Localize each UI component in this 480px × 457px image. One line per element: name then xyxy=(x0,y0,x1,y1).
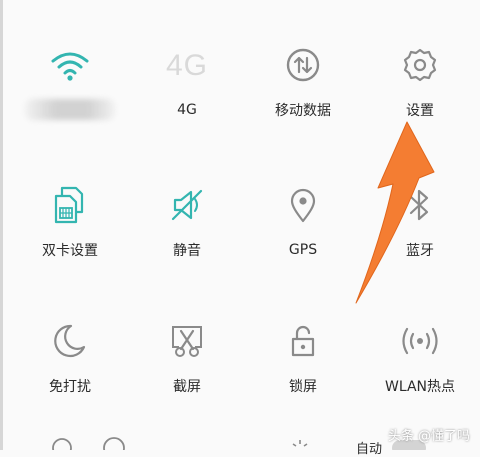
annotation-arrow-icon xyxy=(355,121,435,304)
watermark-text: 头条 @懂了吗 xyxy=(387,429,470,444)
